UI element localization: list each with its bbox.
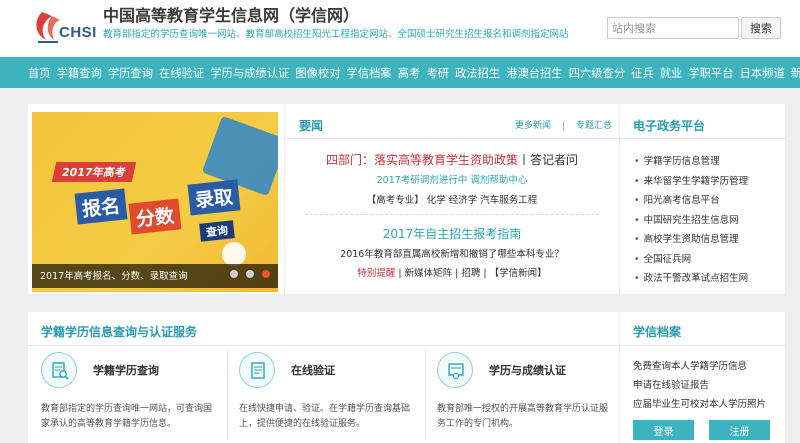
news-title: 要闻 (299, 119, 324, 133)
site-header: CHSI 中国高等教育学生信息网（学信网） 教育部指定的学历查询唯一网站、教育部… (0, 0, 800, 57)
news-links: 更多新闻 | 专题汇总 (507, 118, 612, 131)
nav-item-online-verify[interactable]: 在线验证 (159, 65, 204, 81)
service-title[interactable]: 在线验证 (291, 362, 335, 378)
archive-item[interactable]: 应届毕业生可校对本人学历照片 (633, 396, 766, 415)
archive-item[interactable]: 免费查询本人学籍学历信息 (633, 358, 766, 377)
register-button[interactable]: 注册 (709, 420, 770, 440)
separator: | (561, 121, 565, 131)
news-headline-4[interactable]: 2017年自主招生报考指南 (285, 225, 619, 242)
service-desc: 在线快捷申请、验证。在学籍学历查询基础上，提供便捷的在线验证服务。 (239, 404, 411, 429)
divider (305, 214, 599, 215)
egov-list: 学籍学历信息管理 来华留学生学籍学历管理 阳光高考信息平台 中国研究生招生信息网… (634, 153, 749, 290)
divider (425, 350, 426, 440)
services-title: 学籍学历信息查询与认证服务 (41, 325, 198, 339)
banner-circle-decoration (222, 242, 246, 266)
search-input[interactable] (607, 17, 739, 39)
nav-item-employment[interactable]: 就业 (660, 65, 683, 81)
headline-6-rest[interactable]: | 新媒体矩阵 | 招聘 | 【学信新闻】 (395, 268, 546, 279)
nav-item-archive[interactable]: 学信档案 (347, 65, 392, 81)
logo-text: CHSI (59, 24, 97, 41)
banner-word-admission: 录取 (187, 179, 241, 216)
news-headline-1[interactable]: 四部门：落实高等教育学生资助政策丨答记者问 (285, 151, 619, 168)
banner-caption[interactable]: 2017年高考报名、分数、录取查询 (40, 268, 188, 282)
egov-item[interactable]: 学籍学历信息管理 (634, 153, 748, 173)
egov-item[interactable]: 阳光高考信息平台 (634, 192, 748, 212)
divider (620, 138, 785, 139)
service-desc: 教育部唯一授权的开展高等教育学历认证服务工作的专门机构。 (437, 404, 609, 429)
nav-item-cet-score[interactable]: 四六级查分 (569, 65, 626, 81)
carousel-dot-1[interactable] (230, 270, 238, 278)
service-title[interactable]: 学籍学历查询 (93, 362, 159, 378)
nav-item-kaoyan[interactable]: 考研 (426, 65, 449, 81)
nav-item-degree-query[interactable]: 学历查询 (108, 65, 153, 81)
divider (620, 345, 785, 346)
main-nav: 首页 学籍查询 学历查询 在线验证 学历与成绩认证 图像校对 学信档案 高考 考… (0, 57, 800, 88)
divider (285, 138, 619, 139)
nav-item-gaokao[interactable]: 高考 (398, 65, 421, 81)
divider (227, 350, 228, 440)
banner-sub-tag: 查询 (199, 220, 235, 242)
news-headline-3[interactable]: 【高考专业】 化学 经济学 汽车服务工程 (285, 192, 619, 206)
service-title[interactable]: 学历与成绩认证 (489, 362, 566, 378)
carousel-dot-2[interactable] (246, 270, 254, 278)
news-headline-6[interactable]: 特别提醒 | 新媒体矩阵 | 招聘 | 【学信新闻】 (285, 265, 619, 279)
topics-link[interactable]: 专题汇总 (576, 121, 612, 131)
egov-item[interactable]: 政法干警改革试点招生网 (634, 270, 749, 290)
egov-item[interactable]: 高校学生资助信息管理 (634, 231, 748, 251)
archive-panel: 学信档案 免费查询本人学籍学历信息 申请在线验证报告 应届毕业生可校对本人学历照… (620, 312, 785, 443)
banner-word-score: 分数 (128, 198, 182, 235)
banner-panel: 2017年高考 报名 分数 录取 查询 2017年高考报名、分数、录取查询 (28, 104, 284, 294)
nav-item-career-platform[interactable]: 学职平台 (688, 65, 733, 81)
archive-title: 学信档案 (633, 325, 682, 339)
nav-item-certification[interactable]: 学历与成绩认证 (210, 65, 289, 81)
service-desc: 教育部指定的学历查询唯一网站，可查询国家承认的高等教育学籍学历信息。 (41, 404, 213, 429)
nav-item-hkmt-admission[interactable]: 港澳台招生 (506, 65, 563, 81)
headline-1-rest[interactable]: 丨答记者问 (518, 153, 578, 167)
nav-item-status-query[interactable]: 学籍查询 (57, 65, 102, 81)
login-button[interactable]: 登录 (633, 420, 694, 440)
certificate-icon (437, 352, 473, 388)
verify-doc-icon (239, 352, 275, 388)
special-notice-link[interactable]: 特别提醒 (357, 268, 395, 279)
news-headline-2[interactable]: 2017考研调剂进行中 调剂帮助中心 (285, 172, 619, 186)
archive-list: 免费查询本人学籍学历信息 申请在线验证报告 应届毕业生可校对本人学历照片 (633, 358, 766, 415)
carousel-dot-3[interactable] (262, 270, 270, 278)
banner-word-signup: 报名 (74, 188, 128, 225)
services-panel: 学籍学历信息查询与认证服务 学籍学历查询 教育部指定的学历查询唯一网站，可查询国… (28, 312, 619, 443)
egov-item[interactable]: 来华留学生学籍学历管理 (634, 173, 749, 193)
search-button[interactable]: 搜索 (741, 17, 781, 39)
news-panel: 要闻 更多新闻 | 专题汇总 四部门：落实高等教育学生资助政策丨答记者问 201… (285, 104, 619, 294)
nav-item-home[interactable]: 首页 (28, 65, 51, 81)
nav-item-law-admission[interactable]: 政法招生 (455, 65, 500, 81)
nav-item-japan-channel[interactable]: 日本频道 (740, 65, 785, 81)
archive-item[interactable]: 申请在线验证报告 (633, 377, 766, 396)
egov-title: 电子政务平台 (633, 119, 706, 133)
nav-item-conscription[interactable]: 征兵 (631, 65, 654, 81)
site-title[interactable]: 中国高等教育学生信息网（学信网） (103, 2, 359, 26)
egov-item[interactable]: 全国征兵网 (634, 251, 748, 271)
search-doc-icon (41, 352, 77, 388)
banner-year-tag: 2017年高考 (51, 162, 136, 182)
more-news-link[interactable]: 更多新闻 (515, 121, 551, 131)
egov-panel: 电子政务平台 学籍学历信息管理 来华留学生学籍学历管理 阳光高考信息平台 中国研… (620, 104, 785, 294)
nav-item-new-careers[interactable]: 新职业 (791, 65, 800, 81)
egov-item[interactable]: 中国研究生招生信息网 (634, 212, 748, 232)
news-headline-5[interactable]: 2016年教育部直属高校新增和撤销了哪些本科专业？ (285, 246, 619, 260)
divider (28, 345, 619, 346)
headline-1-main[interactable]: 四部门：落实高等教育学生资助政策 (326, 153, 518, 167)
site-slogan: 教育部指定的学历查询唯一网站、教育部高校招生阳光工程指定网站、全国硕士研究生招生… (103, 29, 569, 40)
nav-item-photo-check[interactable]: 图像校对 (295, 65, 340, 81)
